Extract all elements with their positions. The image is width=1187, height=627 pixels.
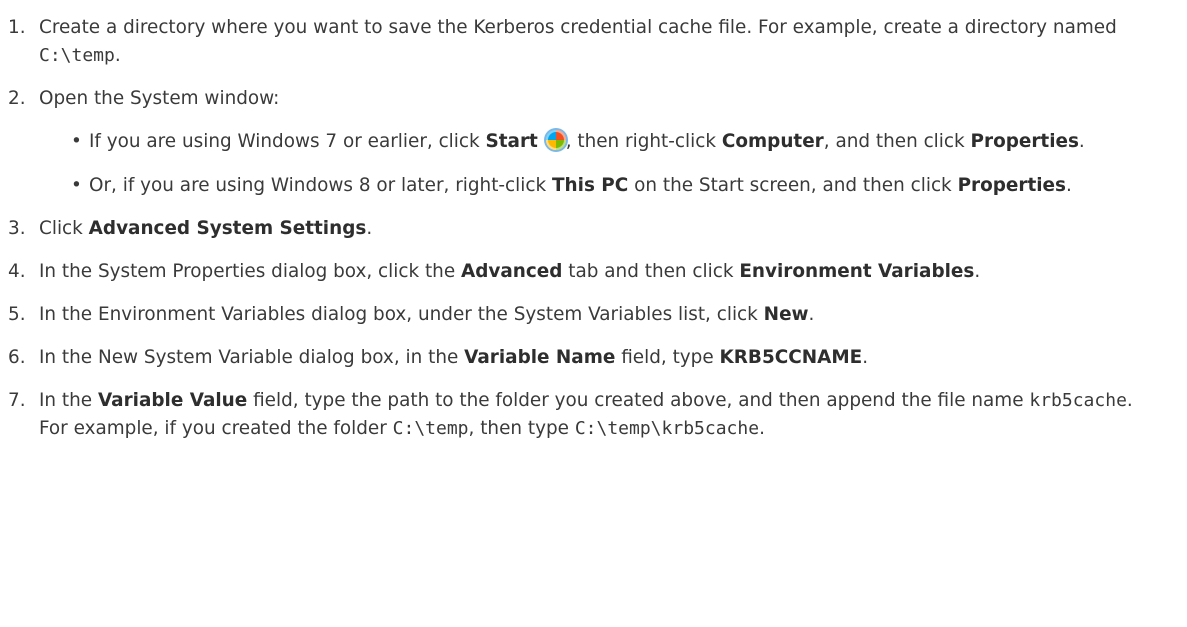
step-4: 4. In the System Properties dialog box, … <box>8 258 1167 286</box>
step-text: In the New System Variable dialog box, i… <box>39 347 465 368</box>
bullet-marker: • <box>71 175 82 196</box>
sub-step-text: . <box>1065 175 1072 196</box>
step-7: 7. In the Variable Value field, type the… <box>8 387 1167 443</box>
step-text: . <box>114 45 121 66</box>
variable-name-label: Variable Name <box>464 347 616 368</box>
start-label: Start <box>485 131 538 152</box>
properties-label: Properties <box>957 175 1066 196</box>
step-number: 1. <box>8 17 26 38</box>
step-text: field, type the path to the folder you c… <box>247 390 1030 411</box>
step-text: , then type <box>468 418 575 439</box>
step-text: . <box>366 218 373 239</box>
step-3: 3. Click Advanced System Settings. <box>8 215 1167 243</box>
instructions-document: 1. Create a directory where you want to … <box>0 0 1187 627</box>
step-1: 1. Create a directory where you want to … <box>8 14 1167 70</box>
step-5: 5. In the Environment Variables dialog b… <box>8 301 1167 329</box>
step-2: 2. Open the System window: • If you are … <box>8 85 1167 200</box>
windows-start-orb-icon <box>545 130 566 150</box>
properties-label: Properties <box>970 131 1079 152</box>
sub-steps-list: • If you are using Windows 7 or earlier,… <box>39 128 1167 200</box>
step-number: 2. <box>8 88 26 109</box>
step-text: Open the System window: <box>39 88 280 109</box>
step-number: 6. <box>8 347 26 368</box>
step-text: . <box>808 304 815 325</box>
environment-variables-label: Environment Variables <box>739 261 975 282</box>
step-text: In the System Properties dialog box, cli… <box>39 261 461 282</box>
full-path-code: C:\temp\krb5cache <box>574 418 760 439</box>
step-text: Create a directory where you want to sav… <box>39 17 1117 38</box>
step-text: In the <box>39 390 98 411</box>
computer-label: Computer <box>721 131 824 152</box>
directory-path-code: C:\temp <box>39 45 115 66</box>
sub-step-windows-8: • Or, if you are using Windows 8 or late… <box>39 172 1167 200</box>
sub-step-text: Or, if you are using Windows 8 or later,… <box>89 175 552 196</box>
steps-list: 1. Create a directory where you want to … <box>8 14 1167 443</box>
sub-step-text: . <box>1078 131 1085 152</box>
step-text: . <box>862 347 869 368</box>
step-number: 4. <box>8 261 26 282</box>
step-text: Click <box>39 218 89 239</box>
step-text: tab and then click <box>562 261 740 282</box>
step-number: 7. <box>8 390 26 411</box>
bullet-marker: • <box>71 131 82 152</box>
advanced-system-settings-label: Advanced System Settings <box>88 218 367 239</box>
step-text: . <box>759 418 765 439</box>
this-pc-label: This PC <box>552 175 629 196</box>
sub-step-windows-7: • If you are using Windows 7 or earlier,… <box>39 128 1167 156</box>
new-label: New <box>763 304 809 325</box>
step-6: 6. In the New System Variable dialog box… <box>8 344 1167 372</box>
step-text: . <box>974 261 981 282</box>
step-number: 3. <box>8 218 26 239</box>
folder-path-code: C:\temp <box>392 418 469 439</box>
sub-step-text: , then right-click <box>565 131 722 152</box>
krb5ccname-label: KRB5CCNAME <box>719 347 863 368</box>
sub-step-text: If you are using Windows 7 or earlier, c… <box>89 131 486 152</box>
step-number: 5. <box>8 304 26 325</box>
sub-step-text: , and then click <box>823 131 971 152</box>
sub-step-text: on the Start screen, and then click <box>628 175 958 196</box>
variable-value-label: Variable Value <box>97 390 248 411</box>
step-text: In the Environment Variables dialog box,… <box>39 304 764 325</box>
file-name-code: krb5cache <box>1029 390 1127 411</box>
advanced-tab-label: Advanced <box>461 261 563 282</box>
step-text: field, type <box>615 347 720 368</box>
